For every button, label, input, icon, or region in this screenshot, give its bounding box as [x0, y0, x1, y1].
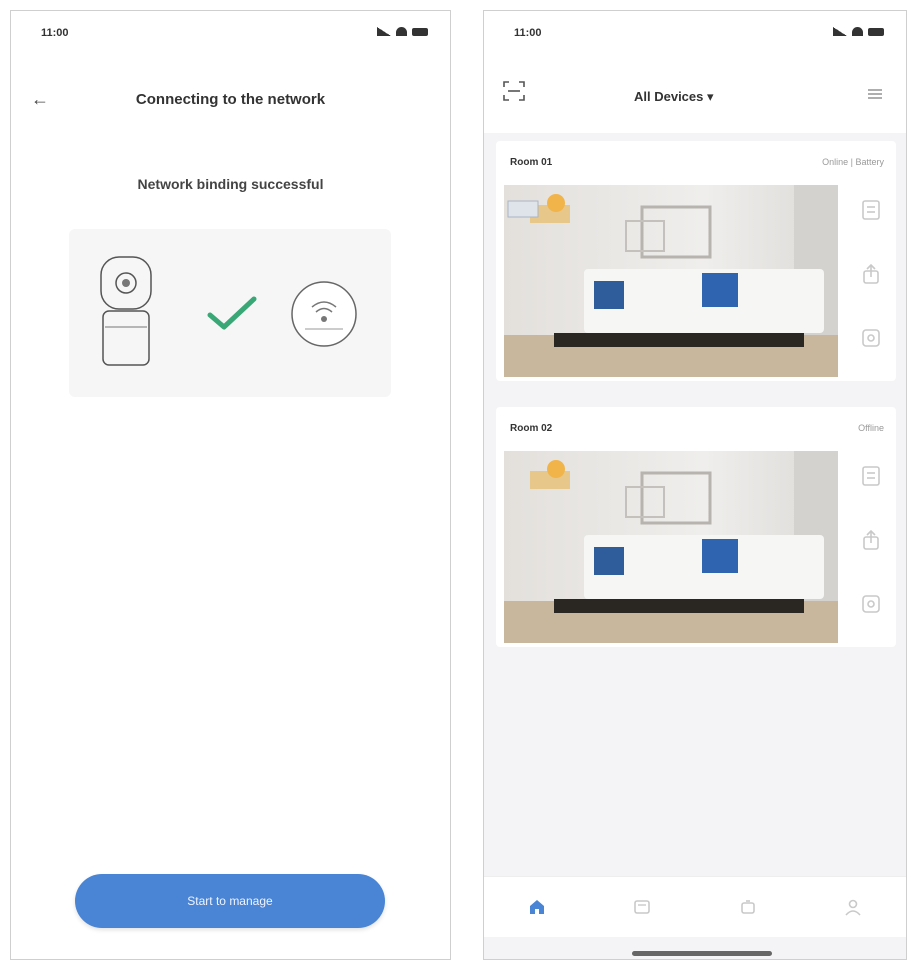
tab-home[interactable]	[484, 877, 590, 937]
device-card[interactable]: Room 02 Offline	[496, 407, 896, 647]
card-actions	[858, 197, 884, 351]
wifi-icon	[852, 27, 863, 36]
playback-icon[interactable]	[858, 197, 884, 223]
signal-icon	[377, 27, 391, 36]
share-icon[interactable]	[858, 527, 884, 553]
home-icon	[529, 900, 544, 914]
wifi-icon	[396, 27, 407, 36]
status-icons	[377, 27, 428, 36]
battery-icon	[868, 27, 884, 36]
router-icon	[291, 281, 357, 347]
tab-cloud[interactable]	[695, 877, 801, 937]
settings-icon[interactable]	[858, 325, 884, 351]
top-bar: 11:00 All Devices ▾	[484, 11, 906, 133]
status-time: 11:00	[41, 27, 69, 39]
pairing-illustration	[69, 229, 391, 397]
signal-icon	[833, 27, 847, 36]
tab-messages[interactable]	[590, 877, 696, 937]
settings-icon[interactable]	[858, 591, 884, 617]
share-icon[interactable]	[858, 261, 884, 287]
device-list-screen: 11:00 All Devices ▾ Room 01 Online | Bat…	[483, 10, 907, 960]
profile-icon	[845, 899, 861, 916]
card-actions	[858, 463, 884, 617]
battery-icon	[412, 27, 428, 36]
device-status: Online | Battery	[822, 157, 884, 167]
status-icons	[833, 27, 884, 36]
playback-icon[interactable]	[858, 463, 884, 489]
camera-preview[interactable]	[504, 185, 838, 377]
page-title: Connecting to the network	[135, 91, 326, 108]
living-room-thumbnail	[504, 185, 838, 377]
status-time: 11:00	[514, 27, 542, 39]
device-group-selector[interactable]: All Devices ▾	[634, 89, 714, 105]
camera-icon	[100, 256, 152, 366]
home-indicator	[632, 951, 772, 956]
status-bar: 11:00	[11, 11, 450, 51]
scan-icon[interactable]	[502, 79, 526, 103]
cloud-icon	[740, 900, 755, 914]
living-room-thumbnail	[504, 451, 838, 643]
checkmark-icon	[207, 296, 257, 330]
start-manage-button[interactable]: Start to manage	[75, 874, 385, 928]
status-bar: 11:00	[484, 11, 906, 51]
message-icon	[634, 900, 651, 914]
pairing-screen: 11:00 ← Connecting to the network Networ…	[10, 10, 451, 960]
device-card[interactable]: Room 01 Online | Battery	[496, 141, 896, 381]
tab-profile[interactable]	[801, 877, 907, 937]
device-name: Room 01	[510, 157, 553, 168]
success-message: Network binding successful	[137, 176, 324, 192]
menu-icon[interactable]	[864, 83, 886, 105]
nav-header: ← Connecting to the network	[11, 83, 450, 123]
camera-preview[interactable]	[504, 451, 838, 643]
device-status: Offline	[858, 423, 884, 433]
bottom-tab-bar	[484, 876, 906, 937]
device-name: Room 02	[510, 423, 553, 434]
